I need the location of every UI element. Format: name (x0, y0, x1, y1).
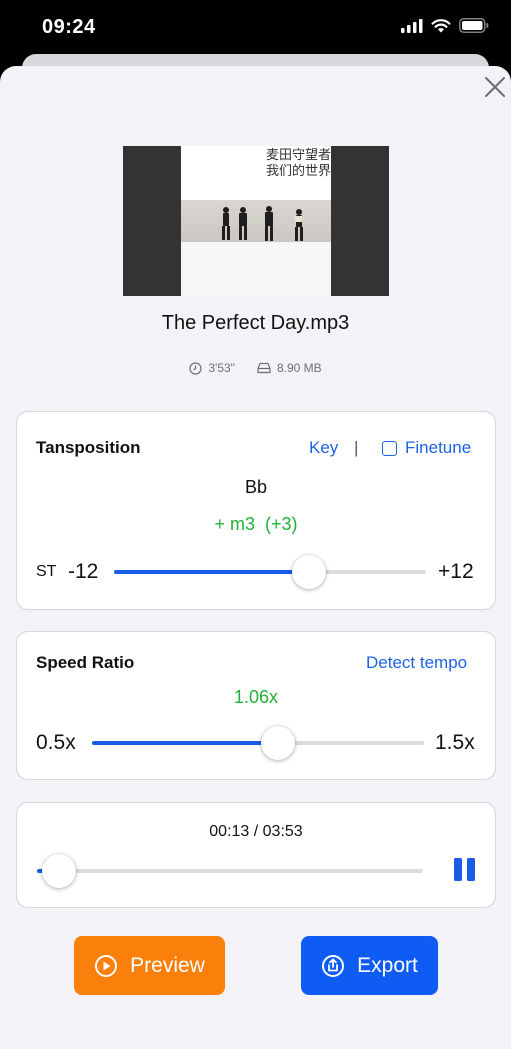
close-icon (485, 77, 505, 97)
pause-icon (454, 858, 475, 881)
finetune-label: Finetune (405, 438, 472, 457)
transposition-title: Tansposition (36, 438, 141, 457)
status-icons (401, 18, 489, 33)
detect-tempo-link[interactable]: Detect tempo (366, 653, 467, 673)
cellular-signal-icon (401, 18, 423, 33)
file-size: 8.90 MB (276, 361, 322, 375)
transposition-slider[interactable] (114, 555, 426, 589)
album-art-text-line1: 麦田守望者 (265, 148, 331, 163)
battery-icon (459, 18, 489, 33)
preview-button[interactable]: Preview (74, 936, 225, 995)
album-art: 麦田守望者 我们的世界 (181, 146, 331, 296)
transposition-slider-fill (114, 570, 309, 574)
file-duration: 3'53" (208, 361, 235, 375)
export-label: Export (357, 953, 418, 977)
play-circle-icon (95, 954, 118, 977)
status-bar: 09:24 (0, 0, 511, 56)
wifi-icon (431, 18, 451, 32)
header-divider: | (354, 438, 359, 457)
preview-label: Preview (130, 953, 205, 977)
share-icon (322, 954, 345, 977)
playback-time: 00:13 / 03:53 (209, 823, 303, 840)
status-time: 09:24 (42, 16, 96, 38)
interval-value: + m3 (+3) (214, 514, 298, 534)
speed-slider-fill (92, 741, 278, 745)
speed-max-label: 1.5x (435, 731, 475, 754)
speed-slider[interactable] (92, 726, 424, 760)
transposition-slider-thumb[interactable] (292, 555, 326, 589)
playback-scrubber[interactable] (37, 854, 423, 888)
speed-card: Speed Ratio Detect tempo 1.06x 0.5x 1.5x (16, 631, 496, 780)
speed-value: 1.06x (233, 687, 279, 707)
export-button[interactable]: Export (301, 936, 438, 995)
speed-title: Speed Ratio (36, 653, 135, 672)
transposition-card: Tansposition Key | Finetune Bb + m3 (+3)… (16, 411, 496, 610)
close-button[interactable] (482, 74, 508, 100)
semitone-unit-label: ST (36, 563, 57, 580)
playback-scrubber-thumb[interactable] (41, 854, 76, 888)
storage-icon (257, 362, 271, 374)
file-title: The Perfect Day.mp3 (161, 312, 350, 334)
pause-button[interactable] (454, 858, 476, 881)
transposition-max-label: +12 (438, 560, 474, 583)
album-art-text-line2: 我们的世界 (265, 164, 331, 179)
key-value: Bb (244, 477, 268, 497)
file-meta: 3'53" 8.90 MB (0, 361, 511, 375)
player-card: 00:13 / 03:53 (16, 802, 496, 908)
key-link[interactable]: Key (309, 438, 338, 458)
speed-slider-thumb[interactable] (260, 726, 295, 760)
speed-min-label: 0.5x (36, 731, 76, 754)
clock-icon (189, 361, 202, 375)
finetune-toggle[interactable]: Finetune (382, 438, 471, 458)
album-art-text: 麦田守望者 我们的世界 (266, 148, 331, 180)
album-cover: 麦田守望者 我们的世界 (123, 146, 389, 296)
transposition-min-label: -12 (68, 560, 99, 583)
finetune-checkbox[interactable] (382, 440, 397, 456)
